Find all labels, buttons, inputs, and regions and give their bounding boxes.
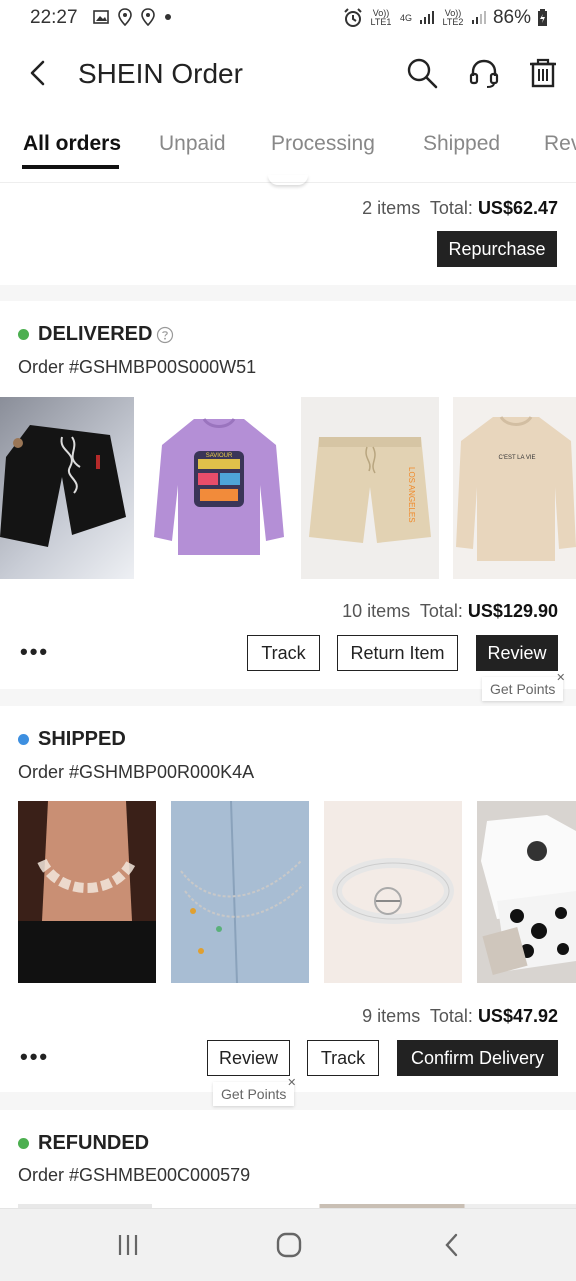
tshirt-set-image [481,815,576,975]
order-totals: 10 items Total: US$129.90 [342,601,558,622]
product-image[interactable] [477,801,576,983]
sweatshirt-image: SAVIOUR [154,418,284,555]
notification-icons [93,8,172,26]
status-dot [18,734,29,745]
sim1-label: Vo)) LTE1 [370,8,392,27]
help-circle-icon[interactable] [156,326,174,344]
active-tab-indicator [22,165,119,169]
sweatshirt-print: SAVIOUR [206,453,233,459]
more-options-button[interactable]: ••• [20,639,49,665]
signal-icon [419,11,434,24]
more-options-button[interactable]: ••• [20,1044,49,1070]
status-label: DELIVERED [38,323,153,345]
tab-unpaid[interactable]: Unpaid [159,132,226,156]
track-button[interactable]: Track [307,1040,379,1076]
item-count: 9 items [362,1006,421,1026]
product-image[interactable]: C'EST LA VIE [453,397,576,579]
dot-icon [165,14,171,20]
order-number: Order #GSHMBP00S000W51 [18,357,257,377]
product-image[interactable] [0,397,134,579]
order-card-refunded[interactable]: REFUNDED Order #GSHMBE00C000579 [0,1110,576,1208]
battery-percent: 86% [492,7,531,28]
order-number: Order #GSHMBP00R000K4A [18,762,255,782]
trash-icon[interactable] [526,56,560,90]
product-image[interactable] [324,801,462,983]
return-item-button[interactable]: Return Item [337,635,458,671]
tooltip-text: Get Points [490,681,556,697]
order-card-delivered[interactable]: DELIVERED Order #GSHMBP00S000W51 SAVIOUR [0,301,576,701]
tab-all-orders[interactable]: All orders [23,132,121,156]
get-points-tooltip: Get Points ✕ [482,672,565,701]
total-label: Total: [429,198,473,218]
status-dot [18,329,29,340]
item-count: 2 items [362,198,421,218]
belt-image [332,858,454,924]
product-image[interactable] [18,801,156,983]
order-card-shipped[interactable]: SHIPPED Order #GSHMBP00R000K4A 9 items T… [0,706,576,1106]
gallery-icon [93,10,109,24]
system-nav-bar [0,1208,576,1281]
review-button[interactable]: Review [476,635,558,671]
review-button[interactable]: Review [207,1040,290,1076]
sim2-label: Vo)) LTE2 [442,8,464,27]
product-image[interactable]: LOS ANGELES [301,397,439,579]
shorts-print: LOS ANGELES [407,467,416,523]
headset-icon[interactable] [467,56,501,90]
order-card-partial: 2 items Total: US$62.47 Repurchase [0,183,576,285]
product-image[interactable]: SAVIOUR [150,397,288,579]
order-totals: 2 items Total: US$62.47 [362,198,558,219]
total-amount: US$47.92 [477,1006,558,1026]
back-arrow-icon[interactable] [22,56,56,90]
order-tabs: All orders Unpaid Processing Shipped Rev [0,112,576,183]
location-icon [118,8,132,26]
battery-icon [538,9,547,26]
clock: 22:27 [30,7,78,28]
status-bar: 22:27 Vo)) LTE1 4G Vo)) LTE2 86% [0,0,576,36]
close-icon[interactable]: ✕ [287,1076,296,1089]
shorts-image [0,425,126,547]
status-label: SHIPPED [38,728,126,750]
total-label: Total: [419,601,463,621]
status-dot [18,1138,29,1149]
close-icon[interactable]: ✕ [556,671,565,684]
khaki-shorts-image: LOS ANGELES [309,437,431,543]
product-image[interactable] [171,801,309,983]
network-type: 4G [399,12,412,23]
order-status: SHIPPED [18,728,126,751]
item-count: 10 items [342,601,411,621]
recent-apps-icon[interactable] [115,1232,141,1258]
alarm-icon [344,8,362,27]
beige-sweatshirt-image: C'EST LA VIE [456,416,576,561]
order-number: Order #GSHMBE00C000579 [18,1165,251,1185]
search-icon[interactable] [405,56,439,90]
tab-review[interactable]: Rev [544,132,576,156]
tab-shipped[interactable]: Shipped [423,132,500,156]
signal-icon [471,11,486,24]
order-totals: 9 items Total: US$47.92 [362,1006,558,1027]
necklace-image [18,801,156,983]
total-amount: US$62.47 [477,198,558,218]
order-status: DELIVERED [18,323,174,346]
page-title: SHEIN Order [78,58,243,89]
track-button[interactable]: Track [247,635,320,671]
jeans-chain-image [171,801,309,983]
sweatshirt-print-2: C'EST LA VIE [498,455,535,461]
status-label: REFUNDED [38,1132,150,1154]
system-icons: Vo)) LTE1 4G Vo)) LTE2 86% [343,7,548,29]
repurchase-button[interactable]: Repurchase [437,231,557,267]
total-label: Total: [429,1006,473,1026]
tab-processing[interactable]: Processing [271,132,375,156]
order-status: REFUNDED [18,1132,149,1155]
location-icon [141,8,155,26]
get-points-tooltip: Get Points ✕ [213,1077,296,1106]
total-amount: US$129.90 [467,601,558,621]
home-icon[interactable] [275,1231,303,1259]
tooltip-text: Get Points [221,1086,287,1102]
confirm-delivery-button[interactable]: Confirm Delivery [397,1040,558,1076]
back-icon[interactable] [440,1231,464,1259]
scroll-shadow [268,175,308,185]
app-bar: SHEIN Order [0,36,576,112]
